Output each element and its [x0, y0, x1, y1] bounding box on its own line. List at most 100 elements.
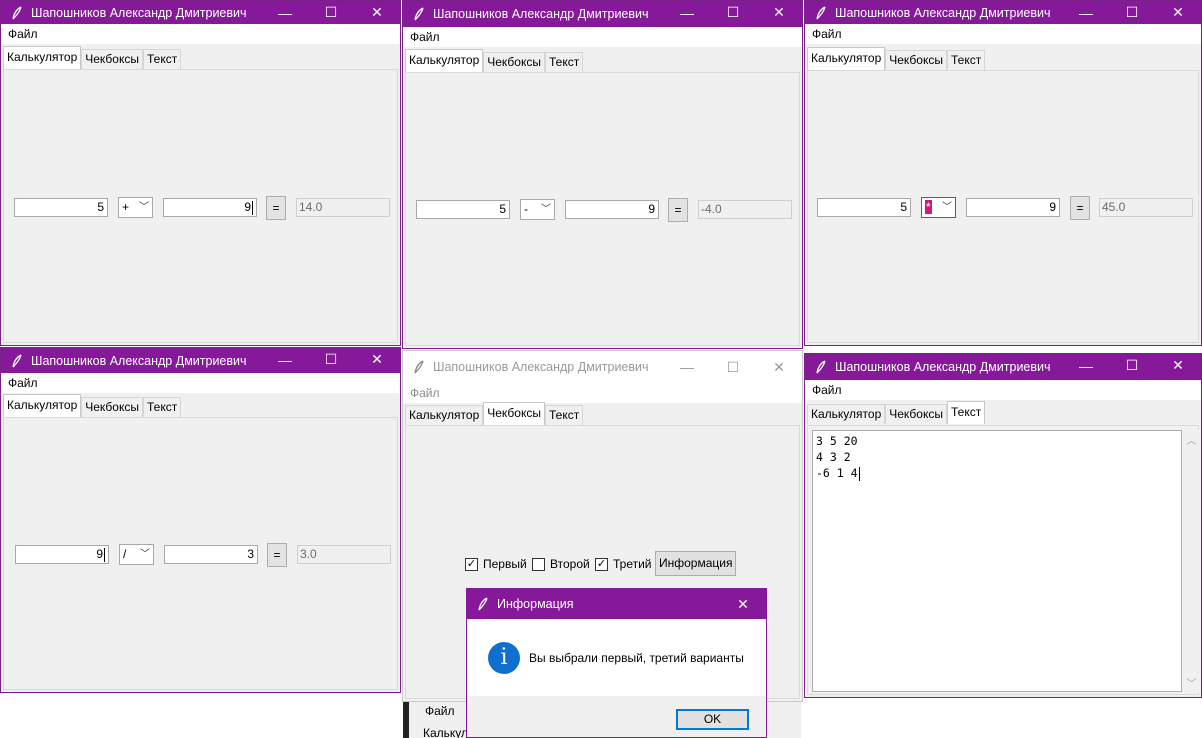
- maximize-button[interactable]: ☐: [308, 348, 354, 371]
- tab-checkboxes[interactable]: Чекбоксы: [483, 402, 545, 425]
- menu-bar: Файл: [805, 380, 1201, 400]
- checkbox-second[interactable]: Второй: [532, 557, 590, 571]
- operand-a-input[interactable]: 5: [817, 198, 911, 217]
- close-button[interactable]: ✕: [720, 589, 766, 619]
- tab-text[interactable]: Текст: [947, 50, 986, 70]
- vertical-scrollbar[interactable]: ︿ ﹀: [1183, 430, 1200, 692]
- menu-file[interactable]: Файл: [8, 27, 38, 41]
- window-title: Шапошников Александр Дмитриевич: [31, 5, 247, 20]
- minimize-button[interactable]: —: [262, 1, 308, 24]
- tab-checkboxes[interactable]: Чекбоксы: [885, 404, 947, 424]
- close-button[interactable]: ✕: [1155, 354, 1201, 377]
- title-bar[interactable]: Шапошников Александр Дмитриевич — ☐ ✕: [403, 1, 802, 27]
- checkbox-third[interactable]: ✓ Третий: [595, 557, 652, 571]
- checkbox-first[interactable]: ✓ Первый: [465, 557, 527, 571]
- checkbox-first-label: Первый: [483, 557, 527, 571]
- tab-calculator[interactable]: Калькулятор: [3, 394, 82, 417]
- calc-panel: 5 * ﹀ 9 = 45.0: [807, 70, 1199, 343]
- close-button[interactable]: ✕: [354, 348, 400, 371]
- close-button[interactable]: ✕: [756, 1, 802, 24]
- tab-checkboxes[interactable]: Чекбоксы: [81, 49, 143, 69]
- menu-bar: Файл: [805, 24, 1201, 44]
- maximize-button[interactable]: ☐: [1109, 1, 1155, 24]
- text-line-value: -6 1 4: [816, 466, 858, 480]
- title-bar[interactable]: Шапошников Александр Дмитриевич — ☐ ✕: [805, 1, 1201, 24]
- operand-b-input[interactable]: 9: [565, 200, 659, 219]
- maximize-button[interactable]: ☐: [710, 1, 756, 24]
- close-button[interactable]: ✕: [354, 1, 400, 24]
- title-bar[interactable]: Шапошников Александр Дмитриевич — ☐ ✕: [1, 1, 400, 24]
- minimize-button[interactable]: —: [1063, 354, 1109, 377]
- maximize-button[interactable]: ☐: [710, 351, 756, 383]
- tab-text[interactable]: Текст: [545, 405, 584, 425]
- dialog-title-bar[interactable]: Информация ✕: [467, 589, 766, 619]
- operand-a-input[interactable]: 5: [14, 198, 108, 217]
- scroll-up-icon[interactable]: ︿: [1183, 432, 1200, 447]
- operand-b-input[interactable]: 9: [163, 198, 257, 217]
- result-field: 14.0: [296, 198, 390, 217]
- tab-text[interactable]: Текст: [947, 401, 986, 424]
- tab-checkboxes[interactable]: Чекбоксы: [483, 52, 545, 72]
- minimize-button[interactable]: —: [1063, 1, 1109, 24]
- window-title: Шапошников Александр Дмитриевич: [835, 5, 1051, 20]
- menu-file[interactable]: Файл: [812, 383, 842, 397]
- feather-icon: [813, 5, 829, 21]
- operand-a-input[interactable]: 5: [416, 200, 510, 219]
- maximize-button[interactable]: ☐: [1109, 354, 1155, 377]
- tab-text[interactable]: Текст: [545, 52, 584, 72]
- menu-file[interactable]: Файл: [410, 30, 440, 44]
- calc-panel: 9 /﹀ 3 = 3.0: [3, 417, 398, 690]
- text-line: 3 5 20: [816, 434, 858, 448]
- equals-button[interactable]: =: [267, 543, 287, 567]
- equals-button[interactable]: =: [1070, 196, 1090, 220]
- menu-file[interactable]: Файл: [8, 376, 38, 390]
- ok-button[interactable]: OK: [676, 709, 749, 730]
- window-title: Шапошников Александр Дмитриевич: [433, 360, 649, 374]
- operator-select[interactable]: * ﹀: [921, 197, 956, 218]
- equals-button[interactable]: =: [266, 196, 286, 220]
- title-bar[interactable]: Шапошников Александр Дмитриевич — ☐ ✕: [805, 354, 1201, 380]
- title-bar[interactable]: Шапошников Александр Дмитриевич — ☐ ✕: [403, 351, 802, 383]
- minimize-button[interactable]: —: [664, 351, 710, 383]
- close-button[interactable]: ✕: [756, 351, 802, 383]
- tab-checkboxes[interactable]: Чекбоксы: [885, 50, 947, 70]
- operator-value: *: [925, 200, 932, 214]
- tab-calculator[interactable]: Калькулятор: [405, 405, 484, 425]
- menu-file[interactable]: Файл: [410, 386, 440, 400]
- menu-file[interactable]: Файл: [812, 27, 842, 41]
- close-button[interactable]: ✕: [1155, 1, 1201, 24]
- text-caret: [858, 466, 860, 481]
- tab-calculator[interactable]: Калькулятор: [807, 47, 886, 70]
- feather-icon: [9, 5, 25, 21]
- text-caret: [104, 547, 105, 562]
- info-button[interactable]: Информация: [655, 551, 737, 576]
- checkbox-third-label: Третий: [613, 557, 652, 571]
- minimize-button[interactable]: —: [664, 1, 710, 24]
- window-calc-divide: Шапошников Александр Дмитриевич — ☐ ✕ Фа…: [0, 347, 401, 693]
- tab-text[interactable]: Текст: [143, 49, 182, 69]
- tab-text[interactable]: Текст: [143, 397, 182, 417]
- feather-icon: [813, 359, 829, 375]
- tab-calculator[interactable]: Калькулятор: [807, 404, 886, 424]
- tab-checkboxes[interactable]: Чекбоксы: [81, 397, 143, 417]
- minimize-button[interactable]: —: [262, 348, 308, 371]
- operator-select[interactable]: + ﹀: [118, 197, 153, 218]
- menu-file[interactable]: Файл: [425, 704, 455, 718]
- operator-select[interactable]: / ﹀: [119, 544, 154, 565]
- title-bar[interactable]: Шапошников Александр Дмитриевич — ☐ ✕: [1, 348, 400, 373]
- dialog-title: Информация: [497, 597, 574, 611]
- dialog-message: Вы выбрали первый, третий варианты: [529, 651, 744, 665]
- window-title: Шапошников Александр Дмитриевич: [31, 353, 247, 368]
- operand-b-input[interactable]: 9: [966, 198, 1060, 217]
- scroll-down-icon[interactable]: ﹀: [1183, 675, 1200, 690]
- equals-button[interactable]: =: [668, 198, 688, 222]
- operator-value: +: [122, 200, 130, 214]
- operand-b-input[interactable]: 3: [164, 545, 258, 564]
- operand-a-value: 9: [96, 547, 103, 561]
- operator-select[interactable]: - ﹀: [520, 199, 555, 220]
- tab-calculator[interactable]: Калькулятор: [405, 49, 484, 72]
- maximize-button[interactable]: ☐: [308, 1, 354, 24]
- operand-a-input[interactable]: 9: [15, 545, 109, 564]
- text-area[interactable]: 3 5 20 4 3 2 -6 1 4: [812, 430, 1182, 692]
- tab-calculator[interactable]: Калькулятор: [3, 46, 82, 69]
